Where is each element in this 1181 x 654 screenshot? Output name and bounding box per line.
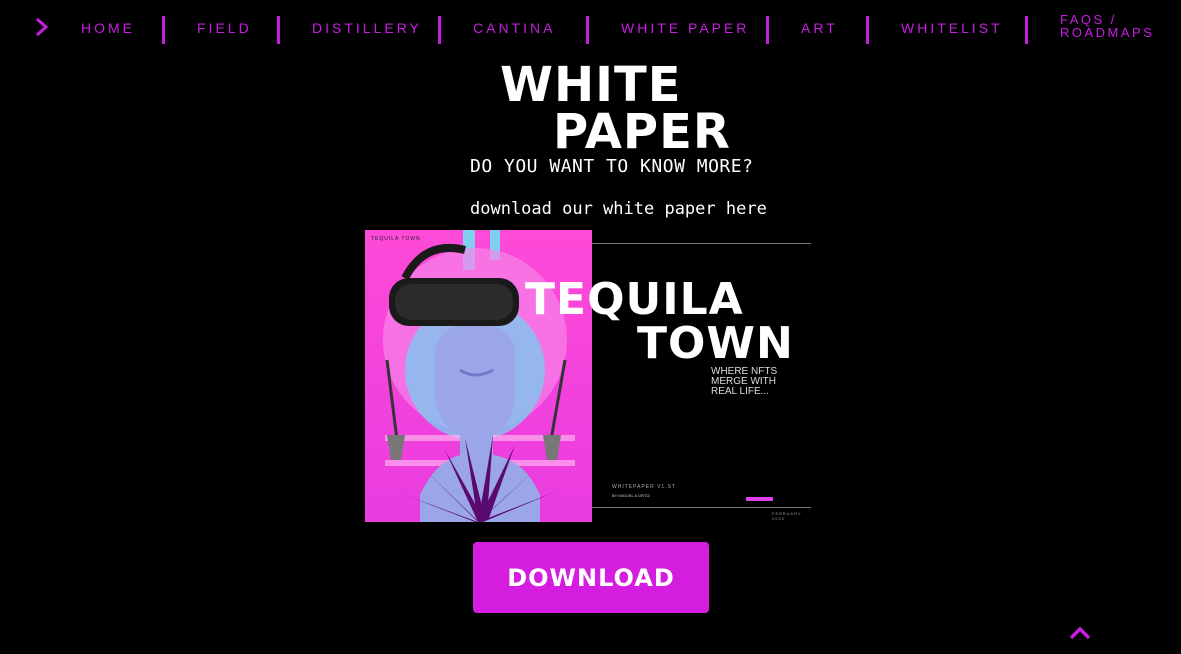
cover-brand-small: TEQUILA TOWN: [371, 236, 421, 242]
cover-divider-bottom: [592, 507, 811, 508]
cover-divider-top: [592, 243, 811, 244]
cover-title: TEQUILA TOWN: [525, 278, 794, 366]
nav-divider: [586, 16, 589, 44]
page-title: WHITE PAPER: [500, 61, 731, 160]
cover-version: WHITEPAPER V1.ST: [612, 484, 676, 490]
nav-cantina[interactable]: CANTINA: [473, 20, 555, 36]
nav-whitelist[interactable]: WHITELIST: [901, 20, 1003, 36]
cover-accent-bar: [746, 497, 773, 501]
cover-date: FEBRUARY 2022: [772, 511, 802, 521]
nav-faqs-line2: ROADMAPS: [1060, 25, 1155, 40]
nav-divider: [766, 16, 769, 44]
nav-home[interactable]: HOME: [81, 20, 135, 36]
cover-tagline: WHERE NFTS MERGE WITH REAL LIFE...: [711, 366, 778, 397]
nav-white-paper[interactable]: WHITE PAPER: [621, 20, 749, 36]
nav-art[interactable]: ART: [801, 20, 838, 36]
nav-divider: [866, 16, 869, 44]
nav-field[interactable]: FIELD: [197, 20, 252, 36]
nav-divider: [162, 16, 165, 44]
nav-divider: [277, 16, 280, 44]
nav-divider: [1025, 16, 1028, 44]
nav-faqs-roadmaps[interactable]: FAQS / ROADMAPS: [1060, 13, 1170, 39]
download-button[interactable]: DOWNLOAD: [473, 542, 709, 613]
cover-title-line2: TOWN: [637, 318, 794, 369]
title-line2: PAPER: [553, 104, 731, 160]
nav-distillery[interactable]: DISTILLERY: [312, 20, 422, 36]
page-subtitle: DO YOU WANT TO KNOW MORE?: [470, 156, 754, 177]
nav-divider: [438, 16, 441, 44]
top-nav: HOME FIELD DISTILLERY CANTINA WHITE PAPE…: [0, 0, 1181, 60]
download-note: download our white paper here: [470, 199, 767, 219]
chevron-right-icon[interactable]: [32, 15, 52, 39]
whitepaper-cover-image[interactable]: TEQUILA TOWN TEQUILA TOWN WHERE NFTS MER…: [365, 230, 811, 522]
chevron-up-icon[interactable]: [1067, 624, 1093, 642]
cover-author: BY MIGUEL A ORTIZ: [612, 493, 650, 498]
